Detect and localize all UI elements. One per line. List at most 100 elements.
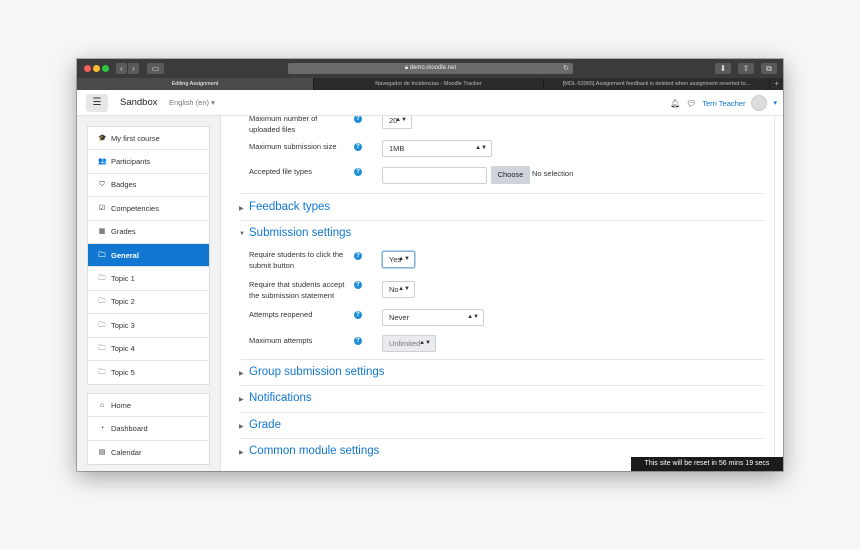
browser-titlebar: ‹ › ▭ 🔒︎ demo.moodle.net ↻ ⬇ ⇧ ⧉ bbox=[77, 59, 783, 78]
max-size-select[interactable]: 1MB ▲▼ bbox=[382, 140, 492, 157]
shield-icon: ⛉ bbox=[99, 181, 105, 189]
main-content: Maximum number of uploaded files ? 20 ▲▼ … bbox=[221, 116, 783, 471]
sidebar-item-topic-4[interactable]: 🗀 Topic 4 bbox=[88, 338, 209, 361]
home-icon: ⌂ bbox=[99, 401, 105, 409]
max-attempts-select: Unlimited ▲▼ bbox=[382, 335, 436, 352]
tabs-overview-icon[interactable]: ⧉ bbox=[761, 63, 777, 74]
require-submit-select[interactable]: Yes ▲▼ bbox=[382, 251, 415, 268]
divider bbox=[241, 220, 765, 221]
table-icon: ▦ bbox=[98, 228, 106, 236]
nav-drawer: 🎓 My first course 👥 Participants ⛉ Badges ☑… bbox=[77, 116, 221, 471]
check-square-icon: ☑ bbox=[98, 204, 106, 212]
require-submit-label: Require students to click the submit but… bbox=[249, 250, 344, 270]
sidebar-item-my-first-course[interactable]: 🎓 My first course bbox=[88, 127, 209, 151]
address-bar[interactable]: 🔒︎ demo.moodle.net ↻ bbox=[288, 63, 573, 74]
chevron-right-icon: ▶ bbox=[239, 206, 244, 212]
max-size-label: Maximum submission size bbox=[249, 142, 337, 151]
chevron-right-icon: ▶ bbox=[239, 397, 244, 403]
lock-icon: 🔒︎ bbox=[404, 65, 409, 71]
sidebar-item-dashboard[interactable]: ◔ Dashboard bbox=[88, 417, 209, 441]
address-text: demo.moodle.net bbox=[409, 65, 457, 71]
file-types-selection-note: No selection bbox=[532, 169, 574, 178]
menu-icon[interactable]: ☰ bbox=[86, 94, 108, 112]
calendar-icon: ▤ bbox=[98, 448, 106, 456]
group-submission-section[interactable]: ▶ Group submission settings bbox=[239, 366, 765, 382]
chevron-updown-icon: ▲▼ bbox=[467, 314, 479, 320]
sidebar-item-grades[interactable]: ▦ Grades bbox=[88, 221, 209, 244]
help-icon[interactable]: ? bbox=[354, 116, 362, 123]
sidebar-item-calendar[interactable]: ▤ Calendar bbox=[88, 441, 209, 464]
help-icon[interactable]: ? bbox=[354, 337, 362, 345]
course-nav-block: 🎓 My first course 👥 Participants ⛉ Badges ☑… bbox=[87, 126, 210, 386]
require-statement-select[interactable]: No ▲▼ bbox=[382, 281, 415, 298]
sidebar-item-badges[interactable]: ⛉ Badges bbox=[88, 174, 209, 198]
sidebar-toggle-icon[interactable]: ▭ bbox=[147, 63, 164, 74]
divider bbox=[241, 412, 765, 413]
close-window-button[interactable] bbox=[84, 65, 91, 72]
notifications-section[interactable]: ▶ Notifications bbox=[239, 392, 765, 408]
zoom-window-button[interactable] bbox=[102, 65, 109, 72]
chevron-down-icon: ▼ bbox=[239, 231, 245, 237]
reload-icon[interactable]: ↻ bbox=[563, 63, 569, 74]
chevron-updown-icon: ▲▼ bbox=[475, 145, 487, 151]
max-files-select[interactable]: 20 ▲▼ bbox=[382, 116, 412, 129]
folder-icon: 🗀 bbox=[98, 345, 106, 353]
share-icon[interactable]: ⇧ bbox=[738, 63, 754, 74]
choose-file-types-button[interactable]: Choose bbox=[491, 166, 530, 184]
submission-settings-section[interactable]: ▼ Submission settings bbox=[239, 227, 765, 243]
folder-icon: 🗀 bbox=[98, 321, 106, 329]
chevron-updown-icon: ▲▼ bbox=[398, 256, 410, 262]
minimize-window-button[interactable] bbox=[93, 65, 100, 72]
help-icon[interactable]: ? bbox=[354, 168, 362, 176]
attempts-reopened-label: Attempts reopened bbox=[249, 310, 313, 319]
avatar[interactable] bbox=[751, 95, 768, 111]
folder-icon: 🗀 bbox=[98, 275, 106, 283]
tab-moodle-tracker[interactable]: Navegador de Incidencias - Moodle Tracke… bbox=[314, 78, 544, 90]
help-icon[interactable]: ? bbox=[354, 281, 362, 289]
help-icon[interactable]: ? bbox=[354, 311, 362, 319]
sidebar-item-participants[interactable]: 👥 Participants bbox=[88, 150, 209, 174]
sidebar-item-topic-5[interactable]: 🗀 Topic 5 bbox=[88, 361, 209, 384]
sidebar-item-topic-2[interactable]: 🗀 Topic 2 bbox=[88, 291, 209, 315]
tab-editing-assignment[interactable]: Editing Assignment bbox=[77, 78, 314, 90]
attempts-reopened-select[interactable]: Never ▲▼ bbox=[382, 309, 484, 326]
require-statement-label: Require that students accept the submiss… bbox=[249, 280, 345, 300]
users-icon: 👥 bbox=[98, 158, 107, 166]
site-name[interactable]: Sandbox bbox=[120, 97, 158, 108]
sidebar-item-general[interactable]: 🗀 General bbox=[88, 243, 209, 268]
feedback-types-section[interactable]: ▶ Feedback types bbox=[239, 201, 765, 217]
chevron-updown-icon: ▲▼ bbox=[398, 286, 410, 292]
file-types-input[interactable] bbox=[382, 167, 487, 184]
tab-mdl-issue[interactable]: [MDL-53965] Assignment feedback is delet… bbox=[544, 78, 770, 90]
divider bbox=[241, 193, 765, 194]
back-icon[interactable]: ‹ bbox=[116, 63, 127, 74]
site-reset-notice: This site will be reset in 56 mins 19 se… bbox=[631, 457, 783, 471]
browser-tab-strip: Editing Assignment Navegador de Incidenc… bbox=[77, 78, 783, 90]
sidebar-item-topic-1[interactable]: 🗀 Topic 1 bbox=[88, 267, 209, 291]
sidebar-item-competencies[interactable]: ☑ Competencies bbox=[88, 197, 209, 221]
divider bbox=[241, 359, 765, 360]
forward-icon[interactable]: › bbox=[128, 63, 139, 74]
user-name[interactable]: Terri Teacher bbox=[702, 99, 745, 108]
site-nav-block: ⌂ Home ◔ Dashboard ▤ Calendar bbox=[87, 393, 210, 466]
chat-icon[interactable]: 💬︎ bbox=[686, 99, 696, 108]
folder-icon: 🗀 bbox=[98, 369, 106, 377]
sidebar-item-home[interactable]: ⌂ Home bbox=[88, 394, 209, 418]
new-tab-button[interactable]: + bbox=[770, 78, 783, 90]
max-files-label: Maximum number of uploaded files bbox=[249, 116, 318, 134]
chevron-down-icon[interactable]: ▾ bbox=[773, 99, 777, 107]
grade-section[interactable]: ▶ Grade bbox=[239, 419, 765, 435]
sidebar-item-topic-3[interactable]: 🗀 Topic 3 bbox=[88, 314, 209, 338]
file-types-label: Accepted file types bbox=[249, 167, 312, 176]
browser-window: ‹ › ▭ 🔒︎ demo.moodle.net ↻ ⬇ ⇧ ⧉ Editing… bbox=[77, 59, 783, 471]
chevron-right-icon: ▶ bbox=[239, 450, 244, 456]
chevron-right-icon: ▶ bbox=[239, 424, 244, 430]
divider bbox=[241, 438, 765, 439]
download-icon[interactable]: ⬇ bbox=[715, 63, 731, 74]
help-icon[interactable]: ? bbox=[354, 143, 362, 151]
bell-icon[interactable]: 🔔︎ bbox=[670, 99, 680, 108]
graduation-cap-icon: 🎓 bbox=[98, 134, 107, 142]
help-icon[interactable]: ? bbox=[354, 252, 362, 260]
language-menu[interactable]: English (en) ▾ bbox=[169, 98, 215, 107]
moodle-navbar: ☰ Sandbox English (en) ▾ 🔔︎ 💬︎ Terri Tea… bbox=[77, 90, 783, 116]
